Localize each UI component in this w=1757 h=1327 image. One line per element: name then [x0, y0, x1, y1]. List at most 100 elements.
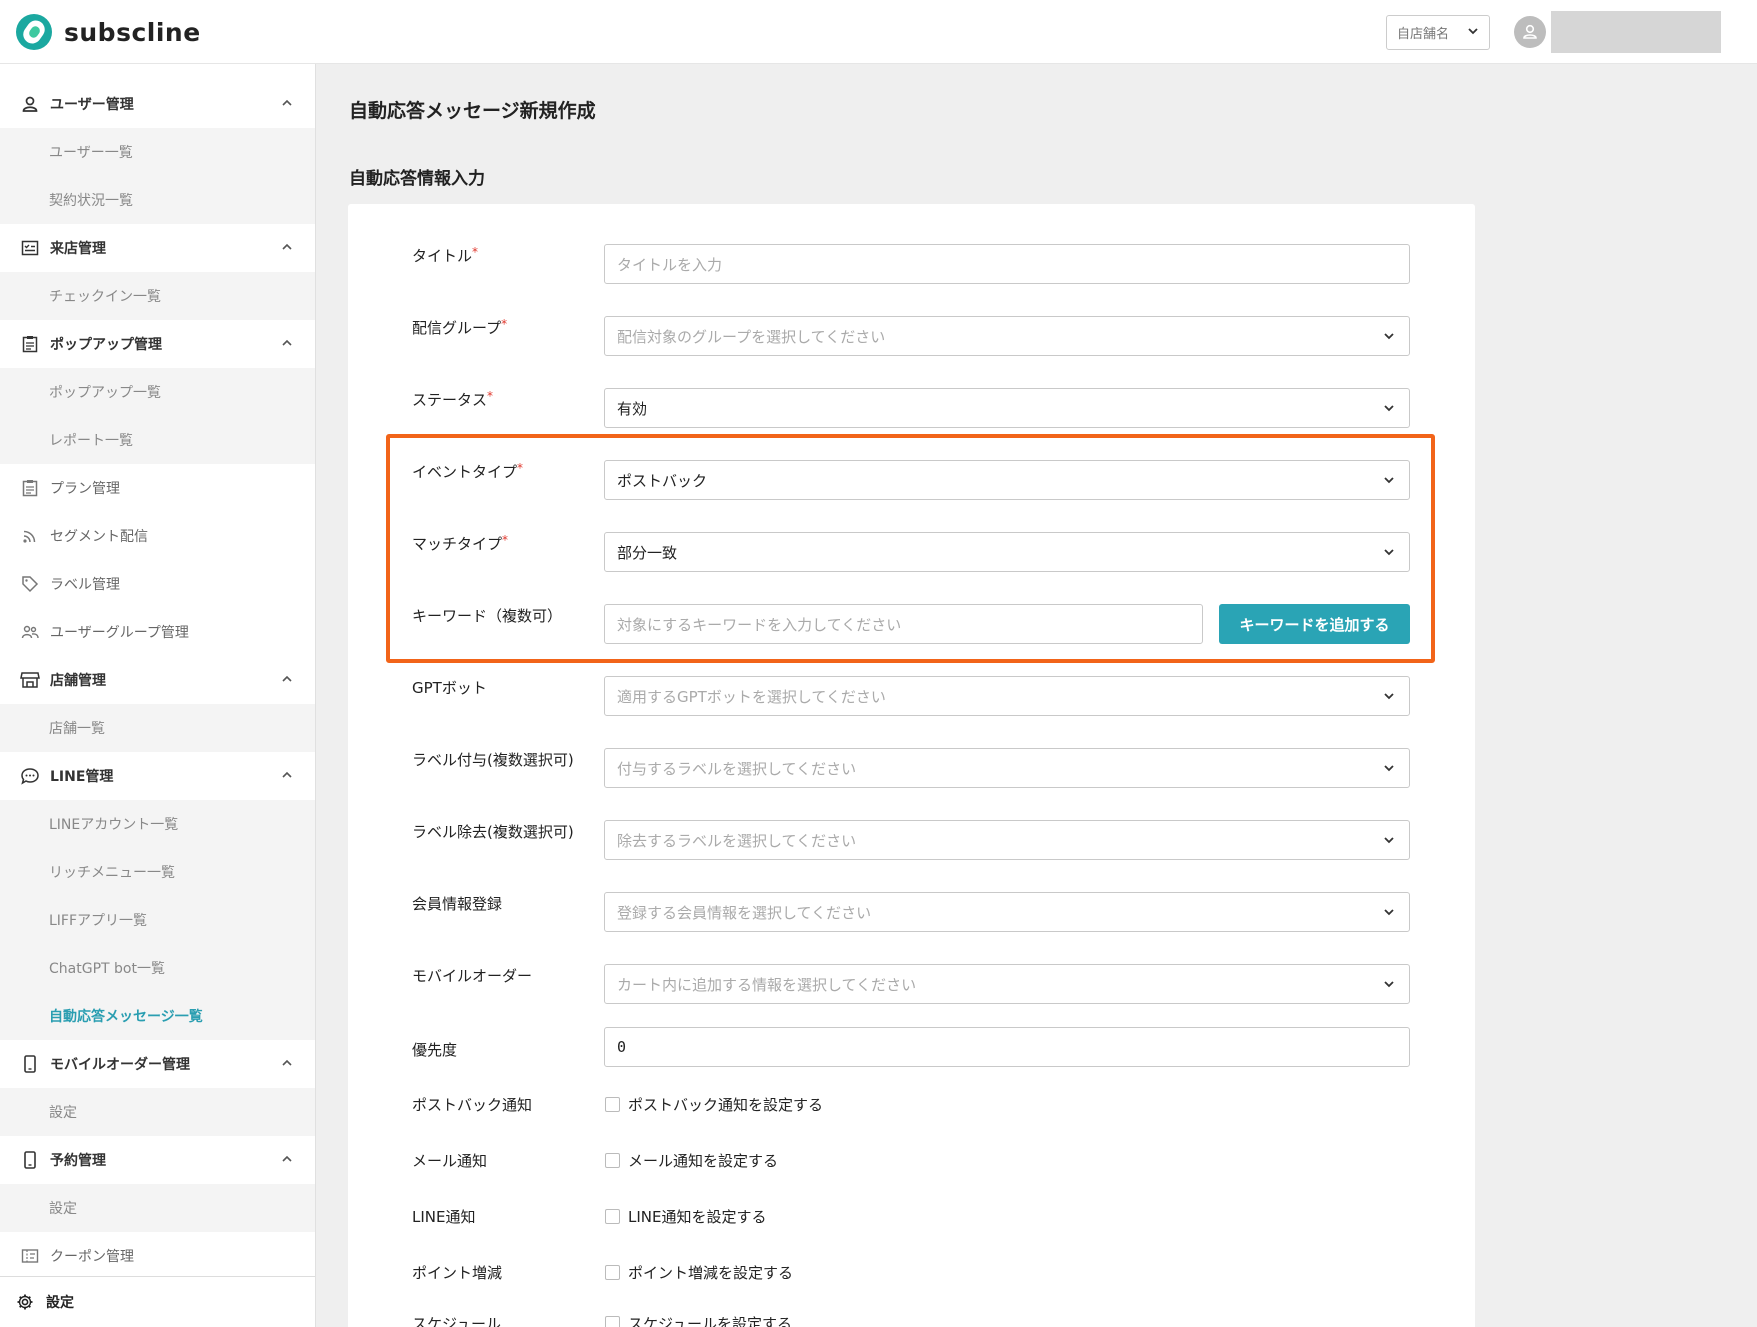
clipboard-icon: [20, 478, 40, 498]
member-info-select[interactable]: 登録する会員情報を選択してください: [604, 892, 1410, 932]
brand-logo[interactable]: subscline: [16, 14, 201, 50]
chevron-up-icon[interactable]: [281, 97, 293, 109]
sidebar-item-reservation-management[interactable]: 予約管理: [0, 1136, 315, 1184]
match-type-select[interactable]: 部分一致: [604, 532, 1410, 572]
sidebar-item-store-management[interactable]: 店舗管理: [0, 656, 315, 704]
field-label: LINE通知: [412, 1208, 476, 1226]
postback-notify-checkbox[interactable]: [605, 1097, 620, 1112]
sidebar-item-settings[interactable]: 設定: [0, 1276, 315, 1327]
sidebar-item-label: ラベル管理: [50, 577, 120, 593]
label-add-select-placeholder: 付与するラベルを選択してください: [617, 759, 857, 778]
field-label: メール通知: [412, 1152, 488, 1170]
chevron-up-icon[interactable]: [281, 1153, 293, 1165]
chevron-up-icon[interactable]: [281, 337, 293, 349]
sidebar-item-popup-list[interactable]: ポップアップ一覧: [0, 368, 315, 416]
sidebar-item-user-list[interactable]: ユーザー一覧: [0, 128, 315, 176]
field-label: 優先度: [412, 1041, 458, 1059]
sidebar-item-label-management[interactable]: ラベル管理: [0, 560, 315, 608]
sidebar-item-plan-management[interactable]: プラン管理: [0, 464, 315, 512]
chevron-up-icon[interactable]: [281, 673, 293, 685]
chevron-down-icon: [1384, 765, 1394, 772]
field-label: タイトル*: [412, 245, 479, 265]
required-mark: *: [502, 533, 509, 547]
keyword-input[interactable]: 対象にするキーワードを入力してください: [604, 604, 1203, 644]
sidebar-item-report-list[interactable]: レポート一覧: [0, 416, 315, 464]
point-checkbox[interactable]: [605, 1265, 620, 1280]
top-header: subscline 自店舗名: [0, 0, 1757, 64]
member-info-select-placeholder: 登録する会員情報を選択してください: [617, 903, 872, 922]
chevron-up-icon[interactable]: [281, 1057, 293, 1069]
chat-bubble-icon: [20, 766, 40, 786]
sidebar-item-visit-management[interactable]: 来店管理: [0, 224, 315, 272]
field-label: モバイルオーダー: [412, 967, 533, 985]
mobile-order-select[interactable]: カート内に追加する情報を選択してください: [604, 964, 1410, 1004]
rss-icon: [20, 526, 40, 546]
mobile-order-select-placeholder: カート内に追加する情報を選択してください: [617, 975, 917, 994]
store-select[interactable]: 自店舗名: [1386, 15, 1490, 50]
line-notify-checkbox[interactable]: [605, 1209, 620, 1224]
user-name-box[interactable]: [1551, 11, 1721, 53]
checkbox-label[interactable]: LINE通知を設定する: [628, 1206, 766, 1227]
sidebar-item-mobile-order-settings[interactable]: 設定: [0, 1088, 315, 1136]
label-add-select[interactable]: 付与するラベルを選択してください: [604, 748, 1410, 788]
sidebar-item-coupon-management[interactable]: クーポン管理: [0, 1232, 315, 1280]
event-type-select[interactable]: ポストバック: [604, 460, 1410, 500]
sidebar-item-liff-app-list[interactable]: LIFFアプリ一覧: [0, 896, 315, 944]
chevron-up-icon[interactable]: [281, 241, 293, 253]
group-select[interactable]: 配信対象のグループを選択してください: [604, 316, 1410, 356]
field-label: ポイント増減: [412, 1264, 503, 1282]
sidebar-item-rich-menu-list[interactable]: リッチメニュー一覧: [0, 848, 315, 896]
checkbox-label[interactable]: ポイント増減を設定する: [628, 1262, 793, 1283]
required-mark: *: [517, 461, 524, 475]
gear-icon: [16, 1293, 34, 1311]
sidebar-item-label: 来店管理: [50, 241, 106, 257]
field-label: ポストバック通知: [412, 1096, 533, 1114]
status-select-value: 有効: [617, 399, 648, 418]
event-type-select-value: ポストバック: [617, 471, 708, 490]
field-label: GPTボット: [412, 679, 487, 697]
schedule-checkbox[interactable]: [605, 1316, 620, 1327]
sidebar-item-mobile-order-management[interactable]: モバイルオーダー管理: [0, 1040, 315, 1088]
gpt-bot-select-placeholder: 適用するGPTボットを選択してください: [617, 687, 886, 706]
logo-mark-icon: [16, 14, 52, 50]
mail-notify-checkbox[interactable]: [605, 1153, 620, 1168]
ticket-icon: [20, 1246, 40, 1266]
chevron-down-icon: [1384, 333, 1394, 340]
field-label: 配信グループ*: [412, 317, 508, 337]
sidebar-item-usergroup-management[interactable]: ユーザーグループ管理: [0, 608, 315, 656]
status-select[interactable]: 有効: [604, 388, 1410, 428]
user-avatar[interactable]: [1514, 16, 1546, 48]
sidebar-item-line-management[interactable]: LINE管理: [0, 752, 315, 800]
checkbox-label[interactable]: メール通知を設定する: [628, 1150, 778, 1171]
chevron-up-icon[interactable]: [281, 769, 293, 781]
field-label: ラベル付与(複数選択可): [412, 751, 574, 769]
field-label: 会員情報登録: [412, 895, 503, 913]
sidebar-item-segment-delivery[interactable]: セグメント配信: [0, 512, 315, 560]
field-label: ラベル除去(複数選択可): [412, 823, 574, 841]
field-label: スケジュール: [412, 1315, 501, 1327]
sidebar-item-label: ユーザー管理: [50, 97, 134, 113]
sidebar-item-label: プラン管理: [50, 481, 120, 497]
checkbox-label[interactable]: スケジュールを設定する: [628, 1313, 792, 1327]
priority-input[interactable]: 0: [604, 1027, 1410, 1067]
checkbox-label[interactable]: ポストバック通知を設定する: [628, 1094, 823, 1115]
group-icon: [20, 622, 40, 642]
gpt-bot-select[interactable]: 適用するGPTボットを選択してください: [604, 676, 1410, 716]
title-input[interactable]: タイトルを入力: [604, 244, 1410, 284]
label-remove-select[interactable]: 除去するラベルを選択してください: [604, 820, 1410, 860]
sidebar-item-chatgpt-bot-list[interactable]: ChatGPT bot一覧: [0, 944, 315, 992]
checklist-icon: [20, 238, 40, 258]
sidebar-item-popup-management[interactable]: ポップアップ管理: [0, 320, 315, 368]
chevron-down-icon: [1384, 405, 1394, 412]
store-icon: [20, 670, 40, 690]
sidebar-item-store-list[interactable]: 店舗一覧: [0, 704, 315, 752]
person-icon: [1523, 24, 1537, 39]
sidebar-item-user-management[interactable]: ユーザー管理: [0, 80, 315, 128]
sidebar-item-checkin-list[interactable]: チェックイン一覧: [0, 272, 315, 320]
sidebar-item-line-account-list[interactable]: LINEアカウント一覧: [0, 800, 315, 848]
sidebar-item-auto-reply-list[interactable]: 自動応答メッセージ一覧: [0, 992, 315, 1040]
chevron-down-icon: [1384, 981, 1394, 988]
add-keyword-button[interactable]: キーワードを追加する: [1219, 604, 1410, 644]
sidebar-item-reservation-settings[interactable]: 設定: [0, 1184, 315, 1232]
sidebar-item-contract-list[interactable]: 契約状況一覧: [0, 176, 315, 224]
